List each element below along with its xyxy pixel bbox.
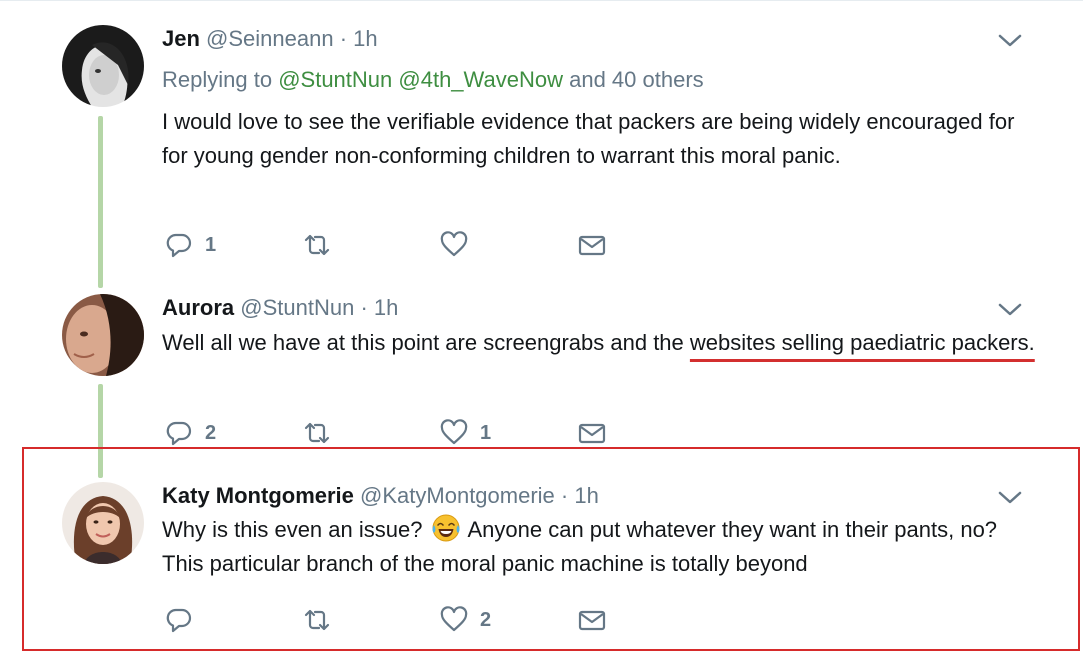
tweet-header: Aurora @StuntNun · 1h <box>162 294 398 322</box>
author-handle[interactable]: @Seinneann <box>206 26 334 51</box>
like-count: 1 <box>480 421 492 444</box>
replying-to: Replying to @StuntNun @4th_WaveNow and 4… <box>162 66 704 94</box>
chevron-down-icon[interactable] <box>998 491 1022 505</box>
reply-button[interactable]: 1 <box>165 231 216 259</box>
retweet-button[interactable] <box>303 606 343 634</box>
reply-icon <box>166 608 192 633</box>
face-with-tears-of-joy-icon <box>432 514 460 542</box>
chevron-down-icon[interactable] <box>998 34 1022 48</box>
tweet-header: Katy Montgomerie @KatyMontgomerie · 1h <box>162 482 599 510</box>
timestamp[interactable]: 1h <box>374 295 398 320</box>
author-handle[interactable]: @KatyMontgomerie <box>360 483 555 508</box>
avatar-image <box>62 482 144 564</box>
timestamp[interactable]: 1h <box>574 483 598 508</box>
author-name[interactable]: Katy Montgomerie <box>162 483 354 508</box>
retweet-button[interactable] <box>303 419 343 447</box>
like-button[interactable]: 1 <box>440 419 491 447</box>
tweet-text-plain: Well all we have at this point are scree… <box>162 330 690 355</box>
reply-icon <box>166 421 192 446</box>
dm-icon <box>578 610 606 631</box>
tweet-text-part: Why is this even an issue? <box>162 517 429 542</box>
dm-button[interactable] <box>578 606 606 634</box>
like-count: 2 <box>480 608 492 631</box>
author-name[interactable]: Jen <box>162 26 200 51</box>
mention-link[interactable]: @4th_WaveNow <box>398 67 563 92</box>
tweet-text: Well all we have at this point are scree… <box>162 326 1042 360</box>
author-handle[interactable]: @StuntNun <box>240 295 354 320</box>
separator-dot: · <box>360 295 368 320</box>
reply-count: 1 <box>205 233 217 256</box>
avatar-image <box>62 294 144 376</box>
reply-button[interactable]: 2 <box>165 419 216 447</box>
reply-button[interactable] <box>165 606 205 634</box>
author-name[interactable]: Aurora <box>162 295 234 320</box>
top-divider <box>0 0 1083 4</box>
tweet-text: I would love to see the verifiable evide… <box>162 109 1015 168</box>
like-icon <box>440 231 468 257</box>
tweet-text: Why is this even an issue? Anyone can pu… <box>162 513 1042 581</box>
chevron-down-icon[interactable] <box>998 303 1022 317</box>
tweet-header: Jen @Seinneann · 1h <box>162 25 378 53</box>
thread-line <box>98 116 103 288</box>
like-icon <box>440 606 468 632</box>
reply-icon <box>166 233 192 258</box>
mention-link[interactable]: @StuntNun <box>278 67 392 92</box>
dm-button[interactable] <box>578 419 606 447</box>
avatar-aurora[interactable] <box>62 294 144 376</box>
like-icon <box>440 419 468 445</box>
dm-button[interactable] <box>578 231 606 259</box>
reply-count: 2 <box>205 421 217 444</box>
dm-icon <box>578 423 606 444</box>
separator-dot: · <box>339 26 348 51</box>
like-button[interactable] <box>440 231 480 259</box>
retweet-icon <box>304 422 330 444</box>
dm-icon <box>578 235 606 256</box>
timestamp[interactable]: 1h <box>353 26 377 51</box>
tweet-text-underlined: websites selling paediatric packers. <box>689 330 1035 355</box>
like-button[interactable]: 2 <box>440 606 491 634</box>
retweet-icon <box>304 609 330 631</box>
avatar-jen[interactable] <box>62 25 144 107</box>
avatar-katy[interactable] <box>62 482 144 564</box>
retweet-icon <box>304 234 330 256</box>
avatar-image <box>62 25 144 107</box>
replying-to-label: Replying to <box>162 67 273 92</box>
others-link[interactable]: and 40 others <box>569 67 704 92</box>
retweet-button[interactable] <box>303 231 343 259</box>
separator-dot: · <box>560 483 569 508</box>
